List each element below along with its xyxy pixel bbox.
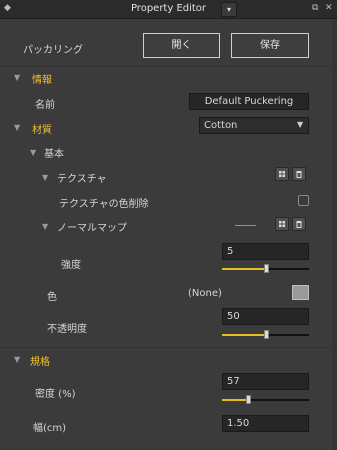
collapse-icon[interactable]: ▼ (30, 148, 36, 157)
trash-icon[interactable] (292, 167, 306, 181)
puckering-label: パッカリング (23, 45, 83, 56)
density-label: 密度 (%) (35, 389, 76, 400)
intensity-field[interactable]: 5 (222, 243, 309, 260)
collapse-icon[interactable]: ▼ (14, 73, 20, 82)
intensity-label: 強度 (61, 260, 81, 271)
grid-icon[interactable] (275, 217, 289, 231)
density-slider-knob[interactable] (246, 395, 252, 404)
texture-label: テクスチャ (57, 174, 107, 185)
normal-map-label: ノーマルマップ (57, 223, 127, 234)
divider (0, 347, 337, 348)
texture-color-remove-label: テクスチャの色削除 (59, 199, 149, 210)
opacity-label: 不透明度 (47, 324, 87, 335)
chevron-down-icon: ▼ (297, 120, 304, 129)
collapse-icon[interactable]: ▼ (42, 173, 48, 182)
material-select[interactable]: Cotton ▼ (199, 117, 309, 134)
texture-color-remove-checkbox[interactable] (298, 195, 309, 206)
section-basic-title: 基本 (44, 149, 64, 160)
density-slider-fill (222, 399, 249, 401)
line-preview-icon (235, 225, 256, 226)
title-bar: ◆ Property Editor ▾ ⧉ ✕ (0, 0, 337, 19)
color-swatch[interactable] (292, 285, 309, 300)
section-spec-title: 規格 (30, 357, 50, 368)
collapse-icon[interactable]: ▼ (14, 123, 20, 132)
scrollbar[interactable] (332, 19, 337, 450)
opacity-slider-knob[interactable] (263, 330, 269, 339)
density-field[interactable]: 57 (222, 373, 309, 390)
intensity-slider[interactable] (222, 264, 309, 273)
window-title: Property Editor (130, 3, 207, 14)
density-slider[interactable] (222, 395, 309, 404)
width-field[interactable]: 1.50 (222, 415, 309, 432)
save-button[interactable]: 保存 (231, 33, 309, 58)
section-material-title: 材質 (32, 125, 52, 136)
intensity-slider-knob[interactable] (263, 264, 269, 273)
dropdown-icon[interactable]: ▾ (221, 2, 237, 17)
color-value: (None) (188, 288, 222, 299)
section-info-title: 情報 (32, 75, 52, 86)
trash-icon[interactable] (292, 217, 306, 231)
divider (0, 66, 337, 67)
width-label: 幅(cm) (33, 423, 67, 434)
popout-icon[interactable]: ⧉ (312, 3, 318, 13)
opacity-field[interactable]: 50 (222, 308, 309, 325)
color-label: 色 (47, 292, 57, 303)
open-button[interactable]: 開く (143, 33, 220, 58)
opacity-slider-fill (222, 334, 266, 336)
intensity-slider-fill (222, 268, 266, 270)
collapse-icon[interactable]: ▼ (14, 355, 20, 364)
close-icon[interactable]: ✕ (325, 3, 333, 13)
collapse-icon[interactable]: ▼ (42, 222, 48, 231)
opacity-slider[interactable] (222, 330, 309, 339)
grid-icon[interactable] (275, 167, 289, 181)
material-select-value: Cotton (204, 120, 238, 131)
name-label: 名前 (35, 100, 55, 111)
name-field[interactable]: Default Puckering (189, 93, 309, 110)
